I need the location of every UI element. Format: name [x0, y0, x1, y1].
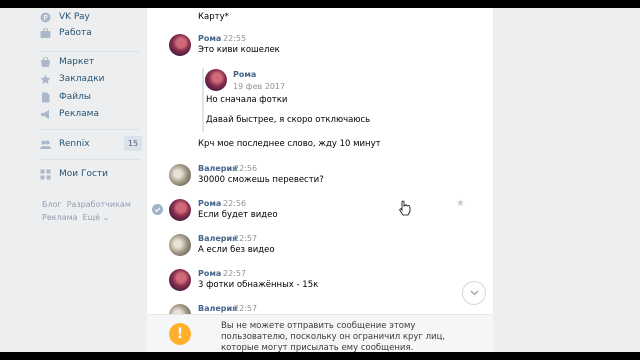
avatar[interactable]	[169, 269, 191, 291]
file-icon	[40, 92, 51, 103]
message-author[interactable]: Валерия	[198, 164, 237, 173]
vk-pay-icon: P	[40, 12, 51, 23]
message-author[interactable]: Рома	[198, 34, 221, 43]
sidebar-item-work[interactable]: Работа	[40, 25, 140, 41]
sidebar-item-label: Работа	[59, 28, 92, 38]
sidebar-divider	[40, 159, 140, 160]
sidebar-item-label: Закладки	[59, 74, 105, 84]
message-text: Крч мое последнее слово, жду 10 минут	[198, 139, 381, 149]
sidebar-item-label: Rennix	[59, 139, 90, 149]
star-icon	[40, 74, 51, 85]
scroll-down-button[interactable]	[462, 281, 486, 305]
message-author[interactable]: Рома	[198, 269, 221, 278]
sidebar-item-label: VK Pay	[59, 12, 90, 22]
write-restricted-notice: ! Вы не можете отправить сообщение этому…	[147, 314, 493, 352]
message-author[interactable]: Рома	[233, 70, 256, 79]
message-text: Это киви кошелек	[198, 45, 280, 55]
message-text: 30000 сможешь перевести?	[198, 175, 324, 185]
message-time[interactable]: 22:56	[223, 199, 246, 208]
sidebar-divider	[40, 129, 140, 130]
message-time[interactable]: 22:55	[223, 34, 246, 43]
svg-text:P: P	[43, 14, 47, 22]
sidebar-item-bookmarks[interactable]: Закладки	[40, 71, 140, 87]
hand-cursor-icon	[399, 200, 411, 216]
footer-link-developers[interactable]: Разработчикам	[67, 200, 131, 209]
warning-icon: !	[169, 323, 191, 345]
counter-badge: 15	[124, 136, 142, 151]
sidebar-item-my-guests[interactable]: Мои Гости	[40, 166, 140, 182]
message-time[interactable]: 22:57	[234, 304, 257, 313]
apps-icon	[40, 169, 51, 180]
quote-bar	[202, 68, 204, 132]
message-text: Давай быстрее, я скоро отключаюсь	[206, 115, 371, 125]
footer-link-more[interactable]: Ещё ⌄	[83, 213, 110, 222]
message-time[interactable]: 22:57	[223, 269, 246, 278]
sidebar-item-market[interactable]: Маркет	[40, 54, 140, 70]
message-time[interactable]: 22:57	[234, 234, 257, 243]
footer-link-ads[interactable]: Реклама	[42, 213, 78, 222]
message-text: А если без видео	[198, 245, 275, 255]
message-text: Но сначала фотки	[206, 95, 288, 105]
star-icon[interactable]: ★	[456, 198, 465, 209]
avatar[interactable]	[169, 164, 191, 186]
sidebar-footer: Блог Разработчикам Реклама Ещё ⌄	[42, 198, 152, 224]
message-author[interactable]: Рома	[198, 199, 221, 208]
sidebar-item-files[interactable]: Файлы	[40, 89, 140, 105]
ads-icon	[40, 109, 51, 120]
avatar[interactable]	[169, 234, 191, 256]
community-icon	[40, 139, 51, 150]
footer-link-blog[interactable]: Блог	[42, 200, 62, 209]
chevron-down-icon	[470, 290, 478, 296]
message-history: Карту* Рома 22:55 Это киви кошелек Рома …	[147, 8, 493, 352]
message-text: Если будет видео	[198, 210, 278, 220]
notice-text: Вы не можете отправить сообщение этому п…	[221, 321, 446, 352]
avatar[interactable]	[169, 199, 191, 221]
message-time[interactable]: 22:56	[234, 164, 257, 173]
message-text: 3 фотки обнажённых - 15к	[198, 280, 319, 290]
check-icon[interactable]	[152, 204, 163, 215]
message-text: Карту*	[198, 12, 229, 22]
sidebar-item-label: Маркет	[59, 57, 95, 67]
avatar[interactable]	[205, 69, 227, 91]
sidebar-item-label: Файлы	[59, 92, 91, 102]
left-sidebar: P VK Pay Работа Маркет Закладки Файлы Ре…	[36, 8, 146, 352]
message-date: 19 фев 2017	[233, 82, 286, 91]
sidebar-item-label: Мои Гости	[59, 169, 109, 179]
sidebar-item-vk-pay[interactable]: P VK Pay	[40, 9, 140, 25]
sidebar-divider	[40, 51, 140, 52]
message-author[interactable]: Валерия	[198, 234, 237, 243]
sidebar-item-label: Реклама	[59, 109, 99, 119]
message-author[interactable]: Валерия	[198, 304, 237, 313]
avatar[interactable]	[169, 34, 191, 56]
briefcase-icon	[40, 28, 51, 39]
vk-window: P VK Pay Работа Маркет Закладки Файлы Ре…	[0, 8, 640, 352]
market-icon	[40, 56, 51, 68]
sidebar-item-ads[interactable]: Реклама	[40, 106, 140, 122]
sidebar-item-rennix[interactable]: Rennix 15	[40, 136, 142, 152]
